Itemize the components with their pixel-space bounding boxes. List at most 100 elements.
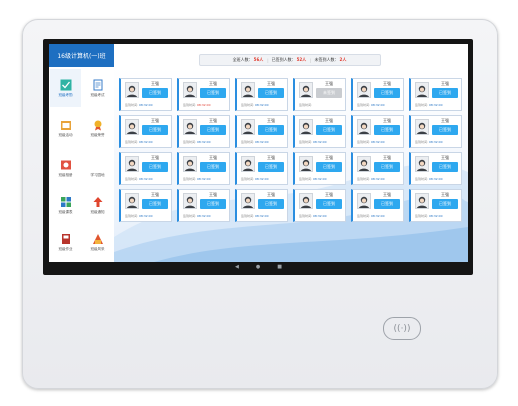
sidebar-item-homework[interactable]: 班级作业 bbox=[50, 223, 81, 261]
sidebar-item-activity[interactable]: 班级活动 bbox=[50, 109, 81, 147]
student-card[interactable]: 王强 已签到 签到时间:08:32:00 bbox=[119, 189, 172, 222]
sign-time-label: 签到时间: bbox=[299, 177, 313, 181]
avatar bbox=[415, 193, 429, 209]
sign-status-badge: 已签到 bbox=[142, 125, 168, 135]
avatar bbox=[125, 82, 139, 98]
sign-status-badge: 已签到 bbox=[258, 199, 284, 209]
homework-icon bbox=[60, 233, 72, 245]
sidebar-item-attendance[interactable]: 班级考勤 bbox=[50, 69, 81, 107]
sign-time-row: 签到时间:08:32:00 bbox=[415, 214, 443, 218]
sign-time-label: 签到时间: bbox=[357, 214, 371, 218]
sign-time-label: 签到时间: bbox=[299, 140, 313, 144]
sign-time-value: 08:32:00 bbox=[429, 103, 443, 107]
avatar bbox=[299, 82, 313, 98]
student-card[interactable]: 王强 已签到 签到时间:08:32:00 bbox=[293, 115, 346, 148]
avatar bbox=[183, 156, 197, 172]
student-card[interactable]: 王强 已签到 签到时间:08:32:00 bbox=[177, 189, 230, 222]
avatar bbox=[125, 193, 139, 209]
sign-time-row: 签到时间:08:32:00 bbox=[415, 177, 443, 181]
student-name: 王强 bbox=[441, 118, 449, 123]
sign-time-value: 08:32:00 bbox=[139, 103, 153, 107]
student-name: 王强 bbox=[209, 81, 217, 86]
student-card[interactable]: 王强已签到签到时间:08:32:00 bbox=[293, 189, 346, 222]
student-card[interactable]: 王强 已签到 签到时间:08:32:00 bbox=[177, 78, 230, 111]
sign-time-label: 签到时间: bbox=[357, 177, 371, 181]
sidebar-item-study[interactable]: 学习园地 bbox=[82, 149, 113, 187]
sign-status-badge: 已签到 bbox=[432, 125, 458, 135]
avatar bbox=[415, 156, 429, 172]
sign-time-value: 08:32:00 bbox=[197, 103, 211, 107]
student-name: 王强 bbox=[267, 192, 275, 197]
student-name: 王强 bbox=[325, 192, 333, 197]
student-card[interactable]: 王强 已签到 签到时间:08:32:00 bbox=[409, 152, 462, 185]
sign-time-value: 08:32:00 bbox=[429, 177, 443, 181]
sign-status-badge: 已签到 bbox=[258, 162, 284, 172]
student-card[interactable]: 王强 未签到 签到时间: bbox=[293, 78, 346, 111]
sign-time-value: 08:32:00 bbox=[255, 177, 269, 181]
sign-status-badge: 已签到 bbox=[374, 199, 400, 209]
sign-time-value: 08:32:00 bbox=[371, 103, 385, 107]
sidebar-item-label: 班级相册 bbox=[58, 172, 73, 177]
sidebar-item-honor[interactable]: 班级荣誉 bbox=[82, 109, 113, 147]
sign-status-badge: 已签到 bbox=[258, 125, 284, 135]
sign-time-label: 签到时间: bbox=[299, 214, 313, 218]
student-card[interactable]: 王强 已签到 签到时间:08:32:00 bbox=[409, 78, 462, 111]
sign-time-label: 签到时间: bbox=[183, 103, 197, 107]
sign-time-value: 08:32:00 bbox=[313, 214, 327, 218]
student-card[interactable]: 王强 已签到 签到时间:08:32:00 bbox=[351, 78, 404, 111]
sidebar-item-label: 班级风采 bbox=[90, 246, 105, 251]
student-card[interactable]: 王强 已签到 签到时间:08:32:00 bbox=[119, 78, 172, 111]
student-card[interactable]: 王强 已签到 签到时间:08:32:00 bbox=[235, 152, 288, 185]
sign-time-label: 签到时间: bbox=[183, 177, 197, 181]
sidebar-item-exam[interactable]: 班级考试 bbox=[82, 69, 113, 107]
sign-time-value: 08:32:00 bbox=[255, 103, 269, 107]
avatar bbox=[183, 119, 197, 135]
avatar bbox=[415, 119, 429, 135]
student-card[interactable]: 王强 已签到 签到时间:08:32:00 bbox=[235, 78, 288, 111]
sidebar-item-notice[interactable]: 班级通知 bbox=[82, 186, 113, 224]
sign-time-label: 签到时间: bbox=[241, 214, 255, 218]
student-card[interactable]: 王强 已签到 签到时间:08:32:00 bbox=[351, 189, 404, 222]
activity-icon bbox=[60, 119, 72, 131]
sign-status-badge: 已签到 bbox=[316, 199, 342, 209]
avatar bbox=[241, 82, 255, 98]
avatar bbox=[241, 156, 255, 172]
student-name: 王强 bbox=[151, 118, 159, 123]
nav-home-button[interactable]: ● bbox=[256, 264, 260, 270]
sign-status-badge: 已签到 bbox=[374, 88, 400, 98]
student-name: 王强 bbox=[383, 155, 391, 160]
sidebar-item-album[interactable]: 班级相册 bbox=[50, 149, 81, 187]
sign-status-badge: 已签到 bbox=[258, 88, 284, 98]
avatar bbox=[299, 119, 313, 135]
nav-recent-button[interactable]: ■ bbox=[277, 264, 282, 270]
nav-back-button[interactable]: ◀ bbox=[235, 264, 239, 270]
student-card[interactable]: 王强 已签到 签到时间:08:32:00 bbox=[235, 115, 288, 148]
sign-time-label: 签到时间: bbox=[357, 140, 371, 144]
student-card[interactable]: 王强 已签到 签到时间:08:32:00 bbox=[177, 152, 230, 185]
sign-time-label: 签到时间: bbox=[125, 177, 139, 181]
avatar bbox=[299, 156, 313, 172]
arrived-label: 已签到人数： bbox=[271, 57, 296, 62]
student-card[interactable]: 王强 已签到 签到时间:08:32:00 bbox=[351, 152, 404, 185]
sign-time-row: 签到时间:08:32:00 bbox=[241, 214, 269, 218]
student-card-grid: 王强 已签到 签到时间:08:32:00 王强 已签到 签到时间:08:32:00 王强 已签… bbox=[119, 78, 463, 222]
student-card[interactable]: 王强 已签到 签到时间:08:32:00 bbox=[351, 115, 404, 148]
student-card[interactable]: 王强已签到签到时间:08:32:00 bbox=[235, 189, 288, 222]
nfc-reader-icon: ((·)) bbox=[383, 317, 421, 340]
student-card[interactable]: 王强 已签到 签到时间:08:32:00 bbox=[409, 115, 462, 148]
student-card[interactable]: 王强 已签到 签到时间:08:32:00 bbox=[119, 152, 172, 185]
student-card[interactable]: 王强 已签到 签到时间:08:32:00 bbox=[293, 152, 346, 185]
student-name: 王强 bbox=[325, 155, 333, 160]
student-name: 王强 bbox=[267, 155, 275, 160]
student-card[interactable]: 王强 已签到 签到时间:08:32:00 bbox=[177, 115, 230, 148]
sign-time-value: 08:32:00 bbox=[371, 214, 385, 218]
sign-time-row: 签到时间:08:32:00 bbox=[125, 177, 153, 181]
sign-time-row: 签到时间:08:32:00 bbox=[415, 103, 443, 107]
arrived-count: 52人 bbox=[296, 57, 307, 62]
sidebar-item-label: 班级考试 bbox=[90, 92, 105, 97]
avatar bbox=[357, 193, 371, 209]
sidebar-item-schedule[interactable]: 班级课表 bbox=[50, 186, 81, 224]
sidebar-item-style[interactable]: 班级风采 bbox=[82, 223, 113, 261]
student-card[interactable]: 王强 已签到 签到时间:08:32:00 bbox=[409, 189, 462, 222]
student-card[interactable]: 王强 已签到 签到时间:08:32:00 bbox=[119, 115, 172, 148]
